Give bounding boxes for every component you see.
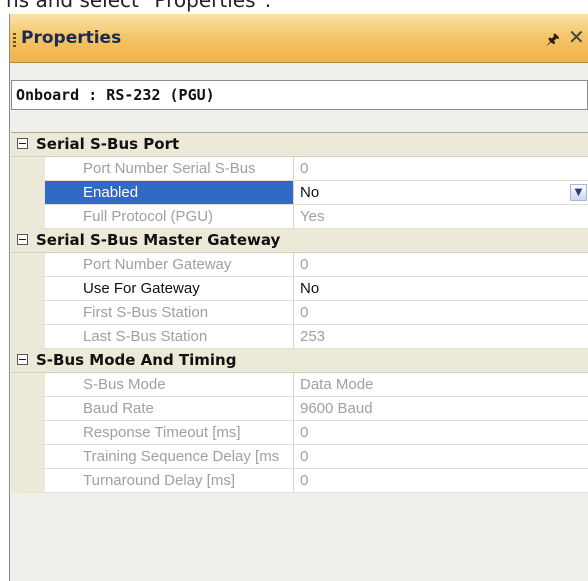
property-name-cell[interactable]: Full Protocol (PGU) [11,205,293,229]
property-name: Port Number Serial S-Bus [83,160,256,177]
property-value-cell: 253 [293,325,588,349]
properties-panel: Properties 🖈 ✕ Onboard : RS-232 (PGU) Se… [9,14,588,581]
property-grid: Serial S-Bus Port Port Number Serial S-Bu… [11,132,588,493]
property-value: 0 [300,160,309,177]
category-row[interactable]: Serial S-Bus Master Gateway [11,229,588,253]
property-name: First S-Bus Station [83,304,209,321]
drag-grip-icon[interactable] [13,33,16,47]
category-label: Serial S-Bus Master Gateway [36,231,281,249]
property-name-cell[interactable]: First S-Bus Station [11,301,293,325]
property-value: No [300,184,320,201]
property-value-cell: 0 [293,421,588,445]
property-value-cell: 0 [293,445,588,469]
property-value-cell: 9600 Baud [293,397,588,421]
property-row[interactable]: Port Number Gateway 0 [11,253,588,277]
property-name: Turnaround Delay [ms] [83,472,236,489]
property-row[interactable]: Response Timeout [ms] 0 [11,421,588,445]
property-value: 253 [300,328,326,345]
property-value: 0 [300,448,309,465]
property-name-cell[interactable]: Port Number Gateway [11,253,293,277]
property-value: No [300,280,320,297]
property-name-cell[interactable]: Training Sequence Delay [ms [11,445,293,469]
property-value-cell: 0 [293,253,588,277]
property-value: 9600 Baud [300,400,373,417]
category-row[interactable]: Serial S-Bus Port [11,133,588,157]
property-name: Use For Gateway [83,280,200,297]
chevron-down-icon[interactable]: ▼ [570,184,587,201]
property-value-cell: Data Mode [293,373,588,397]
property-name: Baud Rate [83,400,154,417]
instruction-caption: ns and select "Properties". [6,0,272,12]
property-name-cell[interactable]: Use For Gateway [11,277,293,301]
property-row[interactable]: Baud Rate 9600 Baud [11,397,588,421]
collapse-minus-icon[interactable] [17,138,28,149]
property-name: Full Protocol (PGU) [83,208,214,225]
property-value-cell[interactable]: No ▼ [293,181,588,205]
property-name-cell[interactable]: Baud Rate [11,397,293,421]
property-value: Data Mode [300,376,374,393]
property-row[interactable]: Training Sequence Delay [ms 0 [11,445,588,469]
property-name-cell[interactable]: Port Number Serial S-Bus [11,157,293,181]
property-value: Yes [300,208,325,225]
property-name-cell[interactable]: Turnaround Delay [ms] [11,469,293,493]
object-selector[interactable]: Onboard : RS-232 (PGU) [11,80,588,110]
property-row[interactable]: Last S-Bus Station 253 [11,325,588,349]
property-value-cell[interactable]: No [293,277,588,301]
property-name-cell[interactable]: Response Timeout [ms] [11,421,293,445]
category-label: Serial S-Bus Port [36,135,180,153]
close-icon[interactable]: ✕ [568,26,588,48]
collapse-minus-icon[interactable] [17,234,28,245]
property-name-cell[interactable]: Enabled [11,181,293,205]
property-value-cell: 0 [293,157,588,181]
panel-title: Properties [21,28,122,48]
property-name: Enabled [83,184,139,201]
property-value-cell: 0 [293,301,588,325]
property-value: 0 [300,304,309,321]
property-row[interactable]: S-Bus Mode Data Mode [11,373,588,397]
property-row[interactable]: Use For Gateway No [11,277,588,301]
property-name: S-Bus Mode [83,376,166,393]
category-label: S-Bus Mode And Timing [36,351,237,369]
property-value-cell: Yes [293,205,588,229]
property-row[interactable]: First S-Bus Station 0 [11,301,588,325]
property-value-cell: 0 [293,469,588,493]
property-name: Last S-Bus Station [83,328,208,345]
property-value: 0 [300,256,309,273]
property-value: 0 [300,424,309,441]
property-name-cell[interactable]: Last S-Bus Station [11,325,293,349]
pin-icon[interactable]: 🖈 [545,29,561,48]
property-value: 0 [300,472,309,489]
property-name-cell[interactable]: S-Bus Mode [11,373,293,397]
property-name: Training Sequence Delay [ms [83,448,280,465]
category-row[interactable]: S-Bus Mode And Timing [11,349,588,373]
property-row[interactable]: Port Number Serial S-Bus 0 [11,157,588,181]
panel-title-bar[interactable]: Properties 🖈 ✕ [10,14,588,63]
property-name: Response Timeout [ms] [83,424,241,441]
property-row[interactable]: Turnaround Delay [ms] 0 [11,469,588,493]
property-row[interactable]: Enabled No ▼ [11,181,588,205]
collapse-minus-icon[interactable] [17,354,28,365]
property-name: Port Number Gateway [83,256,232,273]
object-selector-label: Onboard : RS-232 (PGU) [16,86,215,104]
property-row[interactable]: Full Protocol (PGU) Yes [11,205,588,229]
